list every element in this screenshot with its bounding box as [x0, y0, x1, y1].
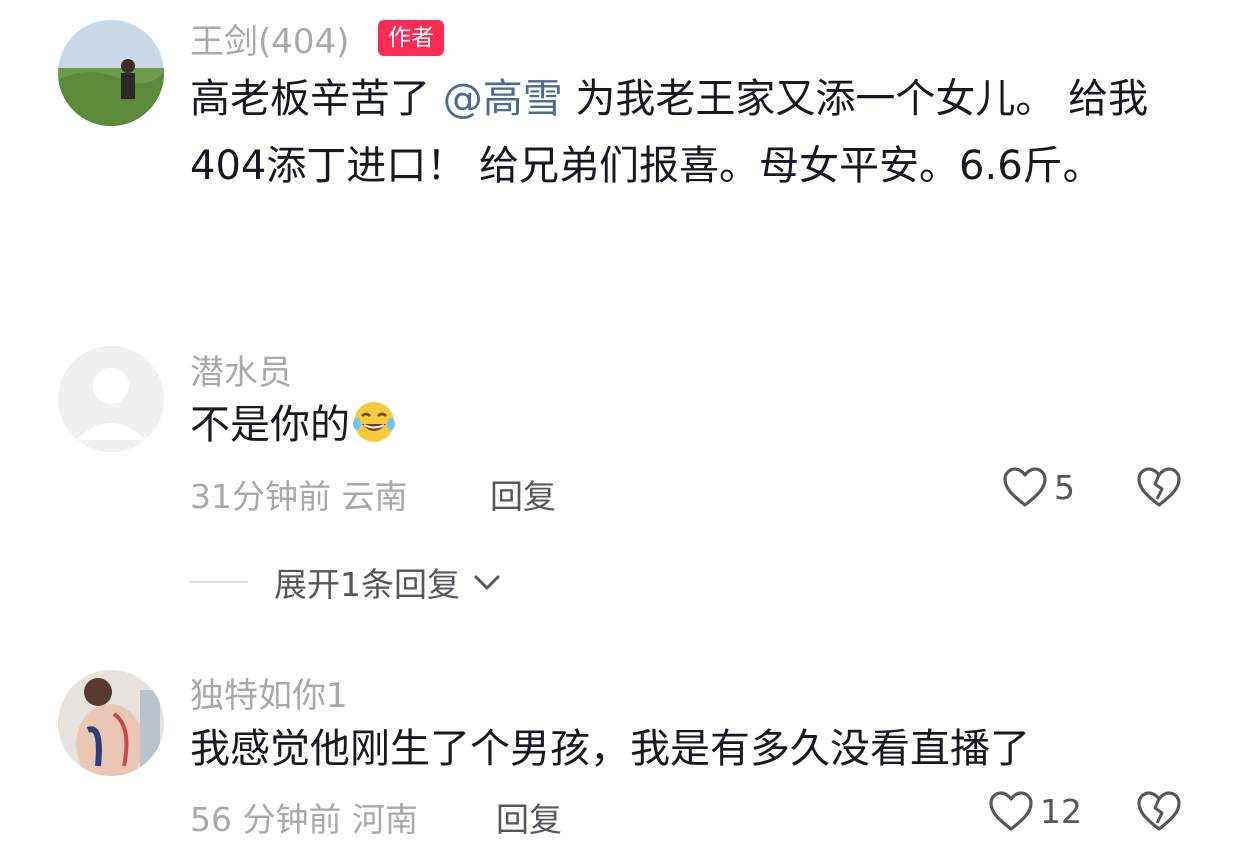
reply-button[interactable]: 回复	[496, 793, 562, 841]
comment-text: 我感觉他刚生了个男孩，我是有多久没看直播了	[190, 726, 1030, 772]
comment-meta: 56 分钟前 河南	[190, 793, 418, 841]
broken-heart-icon	[1137, 791, 1181, 831]
comment-item: 独特如你1 我感觉他刚生了个男孩，我是有多久没看直播了 56 分钟前 河南 回复…	[0, 0, 1242, 857]
dislike-button[interactable]	[1136, 790, 1182, 836]
avatar-photo	[58, 670, 164, 776]
timestamp: 56 分钟前	[190, 800, 342, 839]
username[interactable]: 独特如你1	[190, 668, 348, 717]
like-count: 12	[1040, 791, 1082, 831]
location: 河南	[351, 800, 418, 839]
heart-icon	[989, 791, 1033, 831]
like-button[interactable]: 12	[988, 790, 1082, 832]
avatar[interactable]	[58, 670, 164, 776]
